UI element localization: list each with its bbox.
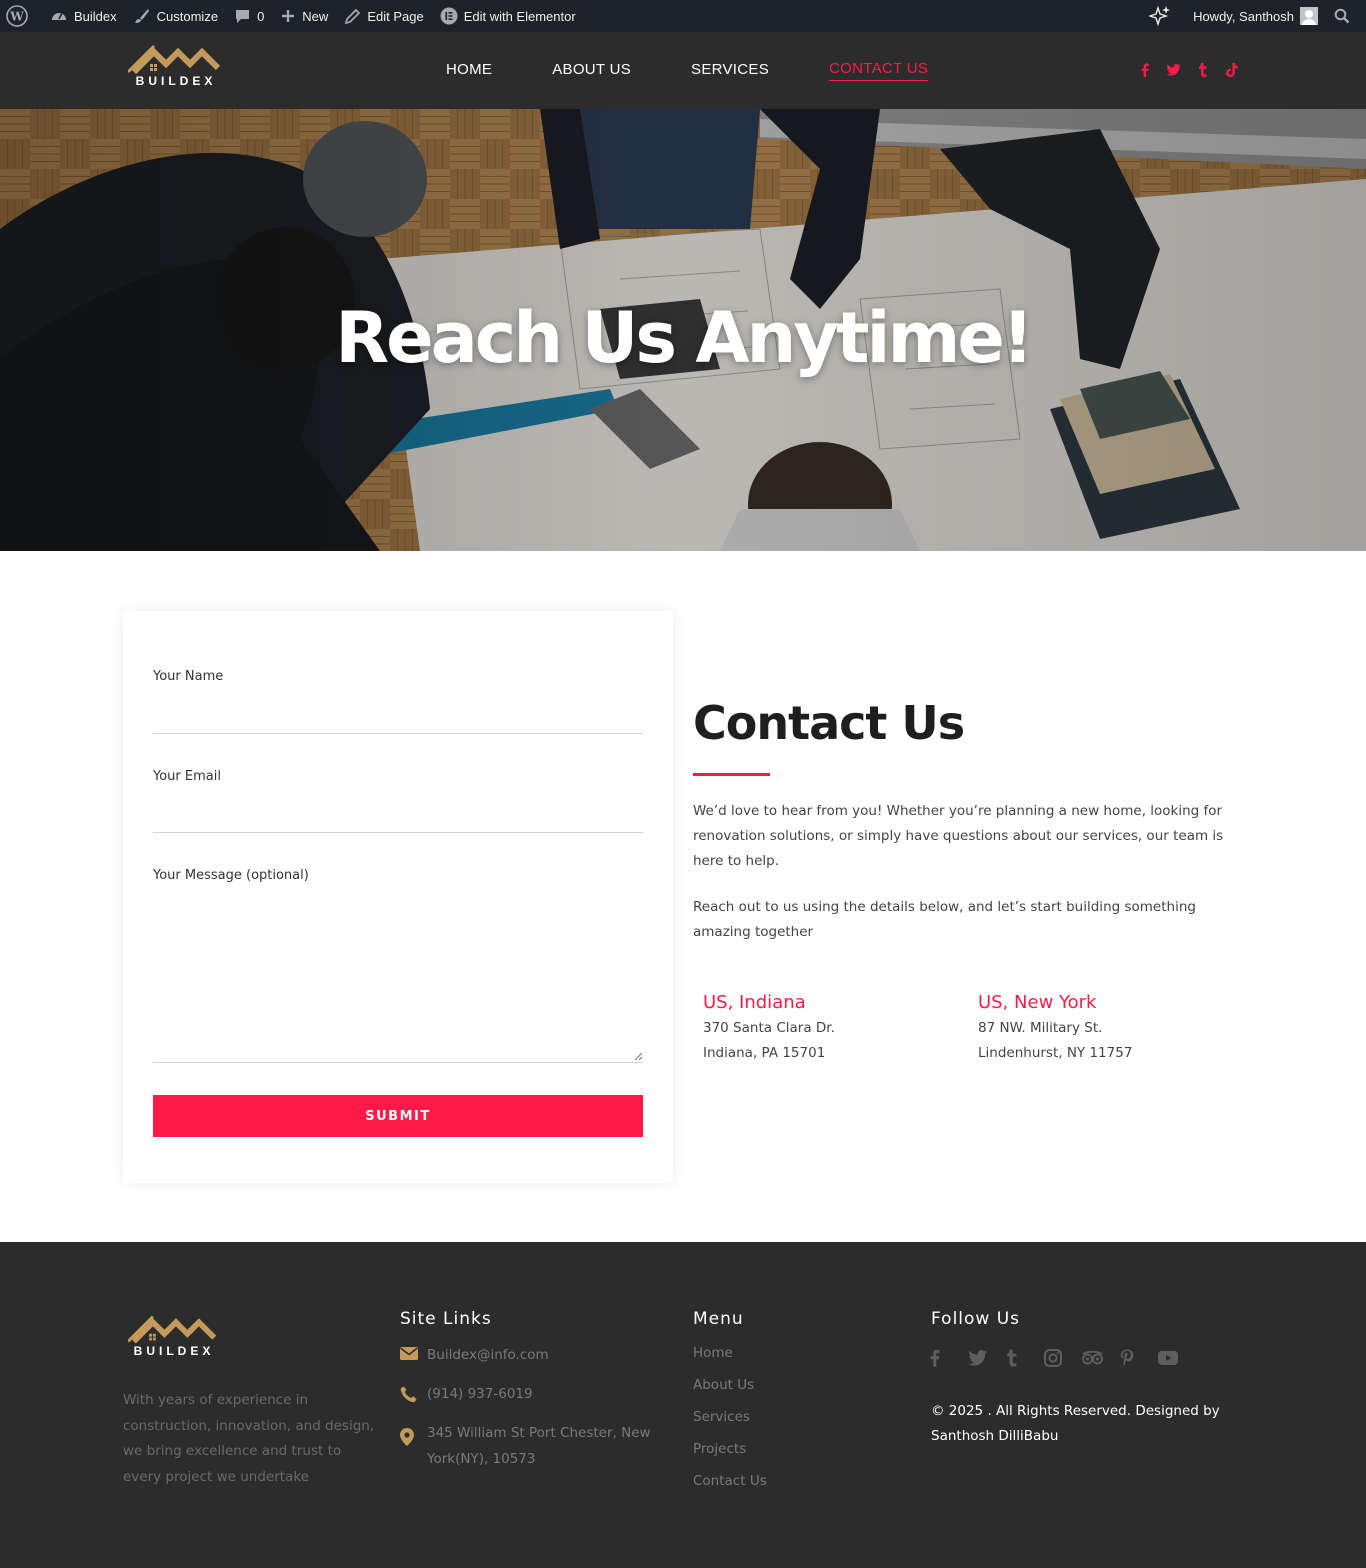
dashboard-icon xyxy=(52,12,66,20)
contact-cta-paragraph: Reach out to us using the details below,… xyxy=(693,899,1196,940)
sparkle-icon xyxy=(1149,5,1171,27)
envelope-icon xyxy=(400,1347,418,1360)
site-name-label: Buildex xyxy=(74,8,117,24)
follow-us-heading: Follow Us xyxy=(931,1309,1021,1329)
elementor-icon xyxy=(440,7,458,25)
site-name-menu[interactable]: Buildex xyxy=(42,0,125,32)
comment-icon xyxy=(236,9,250,23)
message-textarea[interactable] xyxy=(153,897,643,1057)
roof-logo-icon xyxy=(126,44,221,75)
customize-label: Customize xyxy=(156,8,219,24)
footer-about-text: With years of experience in construction… xyxy=(123,1392,375,1485)
map-pin-icon xyxy=(400,1428,414,1446)
contact-title: Contact Us xyxy=(693,696,965,750)
submit-button[interactable]: SUBMIT xyxy=(153,1095,643,1137)
resize-handle-icon[interactable] xyxy=(633,1051,643,1061)
admin-search-button[interactable] xyxy=(1326,0,1366,32)
site-header: BUILDEX HOME ABOUT US SERVICES CONTACT U… xyxy=(0,32,1366,109)
tiktok-icon[interactable] xyxy=(1217,62,1246,78)
roof-logo-icon xyxy=(126,1315,217,1344)
wordpress-logo-button[interactable]: W xyxy=(0,0,42,32)
email-input[interactable] xyxy=(153,801,643,829)
tripadvisor-icon[interactable] xyxy=(1082,1348,1120,1368)
header-social-links xyxy=(1130,62,1246,78)
facebook-icon[interactable] xyxy=(930,1348,968,1368)
ai-sparkle-button[interactable] xyxy=(1141,0,1185,32)
footer-social-links xyxy=(930,1348,1196,1368)
footer-menu-contact-us[interactable]: Contact Us xyxy=(693,1473,767,1489)
office-address-line: 370 Santa Clara Dr. xyxy=(703,1020,835,1036)
wordpress-icon: W xyxy=(6,5,28,27)
avatar xyxy=(1300,7,1318,25)
footer-email-text: Buildex@info.com xyxy=(427,1347,549,1363)
footer-email[interactable]: Buildex@info.com xyxy=(400,1342,549,1368)
tumblr-icon[interactable] xyxy=(1188,62,1217,78)
email-underline xyxy=(153,832,643,833)
logo-text: BUILDEX xyxy=(135,74,217,88)
hero-banner: Reach Us Anytime! xyxy=(0,109,1366,551)
site-links-heading: Site Links xyxy=(400,1309,492,1329)
footer-menu-home[interactable]: Home xyxy=(693,1345,733,1361)
office-address-line: Lindenhurst, NY 11757 xyxy=(978,1045,1133,1061)
new-content-button[interactable]: New xyxy=(272,0,336,32)
office-address-line: Indiana, PA 15701 xyxy=(703,1045,826,1061)
office-title: US, Indiana xyxy=(703,992,806,1013)
footer-address-text: 345 William St Port Chester, New York(NY… xyxy=(427,1425,651,1467)
phone-icon xyxy=(400,1386,417,1403)
footer-address: 345 William St Port Chester, New York(NY… xyxy=(400,1420,660,1472)
comments-count: 0 xyxy=(257,8,265,24)
footer-menu-about-us[interactable]: About Us xyxy=(693,1377,754,1393)
nav-home[interactable]: HOME xyxy=(446,61,492,81)
name-underline xyxy=(153,733,643,734)
plus-icon xyxy=(282,10,295,22)
customize-button[interactable]: Customize xyxy=(125,0,226,32)
edit-page-label: Edit Page xyxy=(367,8,424,24)
nav-about-us[interactable]: ABOUT US xyxy=(552,61,631,81)
footer-logo[interactable]: BUILDEX xyxy=(126,1314,220,1360)
contact-intro-paragraph: We’d love to hear from you! Whether you’… xyxy=(693,803,1224,869)
footer-menu-services[interactable]: Services xyxy=(693,1409,750,1425)
menu-heading: Menu xyxy=(693,1309,744,1329)
twitter-icon[interactable] xyxy=(1159,62,1188,78)
my-account-menu[interactable]: Howdy, Santhosh xyxy=(1185,0,1326,32)
email-label: Your Email xyxy=(153,769,221,784)
footer-phone[interactable]: (914) 937-6019 xyxy=(400,1381,533,1407)
howdy-label: Howdy, Santhosh xyxy=(1193,8,1294,24)
svg-text:W: W xyxy=(9,10,24,24)
pinterest-icon[interactable] xyxy=(1120,1348,1158,1368)
edit-page-button[interactable]: Edit Page xyxy=(336,0,431,32)
main-nav: HOME ABOUT US SERVICES CONTACT US xyxy=(446,32,988,109)
footer-logo-text: BUILDEX xyxy=(133,1344,215,1358)
office-address-line: 87 NW. Military St. xyxy=(978,1020,1103,1036)
footer-phone-text: (914) 937-6019 xyxy=(427,1386,533,1402)
youtube-icon[interactable] xyxy=(1158,1348,1196,1368)
new-label: New xyxy=(302,8,329,24)
tumblr-icon[interactable] xyxy=(1006,1348,1044,1368)
office-title: US, New York xyxy=(978,992,1097,1013)
copyright-text: © 2025 . All Rights Reserved. Designed b… xyxy=(931,1403,1220,1444)
wp-admin-bar: W Buildex Customize 0 New Edit Page Edit… xyxy=(0,0,1366,32)
footer-menu-projects[interactable]: Projects xyxy=(693,1441,746,1457)
site-footer: BUILDEX With years of experience in cons… xyxy=(0,1242,1366,1568)
contact-form: Your Name Your Email Your Message (optio… xyxy=(123,611,673,1183)
comments-button[interactable]: 0 xyxy=(226,0,272,32)
hero-title: Reach Us Anytime! xyxy=(335,297,1034,379)
name-input[interactable] xyxy=(153,701,643,729)
site-logo[interactable]: BUILDEX xyxy=(126,44,224,90)
edit-with-elementor-button[interactable]: Edit with Elementor xyxy=(432,0,584,32)
facebook-icon[interactable] xyxy=(1130,62,1159,78)
search-icon xyxy=(1334,8,1350,24)
instagram-icon[interactable] xyxy=(1044,1348,1082,1368)
pencil-icon xyxy=(345,8,361,24)
name-label: Your Name xyxy=(153,669,224,684)
message-underline xyxy=(153,1062,643,1063)
brush-icon xyxy=(134,9,149,23)
edit-elementor-label: Edit with Elementor xyxy=(463,8,576,24)
twitter-icon[interactable] xyxy=(968,1348,1006,1368)
nav-contact-us[interactable]: CONTACT US xyxy=(829,60,929,81)
nav-services[interactable]: SERVICES xyxy=(691,61,769,81)
message-label: Your Message (optional) xyxy=(153,868,309,883)
title-divider xyxy=(693,773,770,776)
